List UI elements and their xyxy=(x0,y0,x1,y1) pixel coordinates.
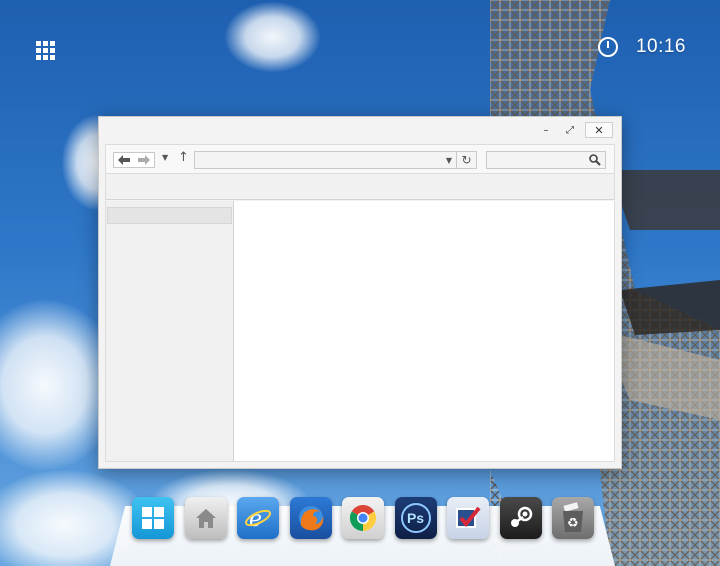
file-explorer-window: – ⤢ ✕ ▼ ↑ ▼ ↻ xyxy=(98,116,622,469)
navigation-pane xyxy=(105,201,234,462)
clock-time: 10:16 xyxy=(635,36,686,57)
minimize-button[interactable]: – xyxy=(534,122,558,138)
dock-item-firefox[interactable] xyxy=(289,497,332,539)
window-titlebar[interactable]: – ⤢ ✕ xyxy=(99,117,621,143)
checkbox-check-icon xyxy=(456,506,481,528)
file-list-pane[interactable] xyxy=(234,201,615,462)
chrome-logo-icon xyxy=(349,504,377,532)
recycle-bin-icon: ♻ xyxy=(563,502,583,532)
svg-text:e: e xyxy=(249,507,262,532)
address-bar: ▼ ↻ xyxy=(194,151,477,169)
dock-item-windows[interactable] xyxy=(132,497,174,539)
navigation-bar: ▼ ↑ ▼ ↻ xyxy=(105,144,615,174)
refresh-button[interactable]: ↻ xyxy=(456,152,476,168)
clock-area: 10:16 xyxy=(597,36,686,58)
dock-item-checklist[interactable] xyxy=(447,497,489,539)
close-button[interactable]: ✕ xyxy=(585,122,613,138)
arrow-right-icon xyxy=(138,155,150,165)
power-icon[interactable] xyxy=(597,37,618,57)
dock-item-internet-explorer[interactable]: e xyxy=(237,497,279,539)
arrow-left-icon xyxy=(118,155,130,165)
back-button[interactable] xyxy=(114,153,134,167)
address-dropdown-button[interactable]: ▼ xyxy=(442,152,456,168)
search-input[interactable] xyxy=(487,152,585,168)
window-controls: – ⤢ ✕ xyxy=(534,122,613,138)
photoshop-label: Ps xyxy=(406,510,425,526)
navigation-pane-selected-item[interactable] xyxy=(107,207,232,224)
dock-item-steam[interactable] xyxy=(499,497,542,539)
search-button[interactable] xyxy=(585,152,605,168)
back-forward-group xyxy=(113,152,155,168)
firefox-logo-icon xyxy=(298,506,323,531)
house-icon xyxy=(195,509,216,528)
command-toolbar xyxy=(105,174,615,200)
app-launcher-grid-icon[interactable] xyxy=(36,41,55,60)
address-input[interactable] xyxy=(195,152,442,168)
dock-item-photoshop[interactable]: Ps xyxy=(394,497,437,539)
dock-item-chrome[interactable] xyxy=(342,497,384,539)
photoshop-logo-icon: Ps xyxy=(400,503,431,533)
dock-item-recycle-bin[interactable]: ♻ xyxy=(552,497,594,539)
svg-text:♻: ♻ xyxy=(567,516,579,531)
ie-logo-icon: e xyxy=(245,507,271,532)
maximize-button[interactable]: ⤢ xyxy=(558,122,582,138)
search-box xyxy=(486,151,606,169)
forward-button[interactable] xyxy=(134,153,154,167)
windows-logo-icon xyxy=(142,507,164,529)
dock-item-home-folder[interactable] xyxy=(184,497,227,539)
wallpaper-cloud xyxy=(225,2,320,72)
recent-locations-dropdown[interactable]: ▼ xyxy=(162,153,168,162)
dock: e Ps ♻ xyxy=(132,497,594,539)
search-icon xyxy=(589,154,601,166)
steam-logo-icon xyxy=(510,506,532,527)
up-folder-button[interactable]: ↑ xyxy=(178,150,189,165)
